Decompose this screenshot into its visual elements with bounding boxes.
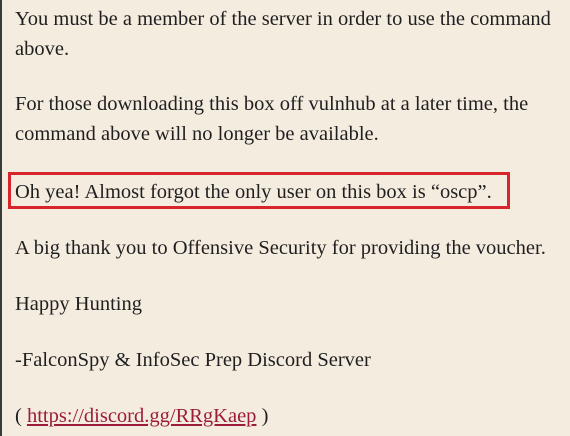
thanks-text: A big thank you to Offensive Security fo…: [15, 237, 546, 259]
discord-line: ( https://discord.gg/RRgKaep ): [15, 401, 268, 431]
sign-off-text: Happy Hunting: [15, 293, 142, 315]
close-paren: ): [256, 405, 269, 427]
signature-text: -FalconSpy & InfoSec Prep Discord Server: [15, 349, 371, 371]
user-hint-text: Oh yea! Almost forgot the only user on t…: [15, 181, 492, 203]
vulnhub-notice-text: For those downloading this box off vulnh…: [15, 93, 529, 145]
discord-invite-link[interactable]: https://discord.gg/RRgKaep: [27, 405, 256, 427]
open-paren: (: [15, 405, 27, 427]
member-notice-text: You must be a member of the server in or…: [15, 8, 551, 60]
left-border: [0, 0, 2, 436]
